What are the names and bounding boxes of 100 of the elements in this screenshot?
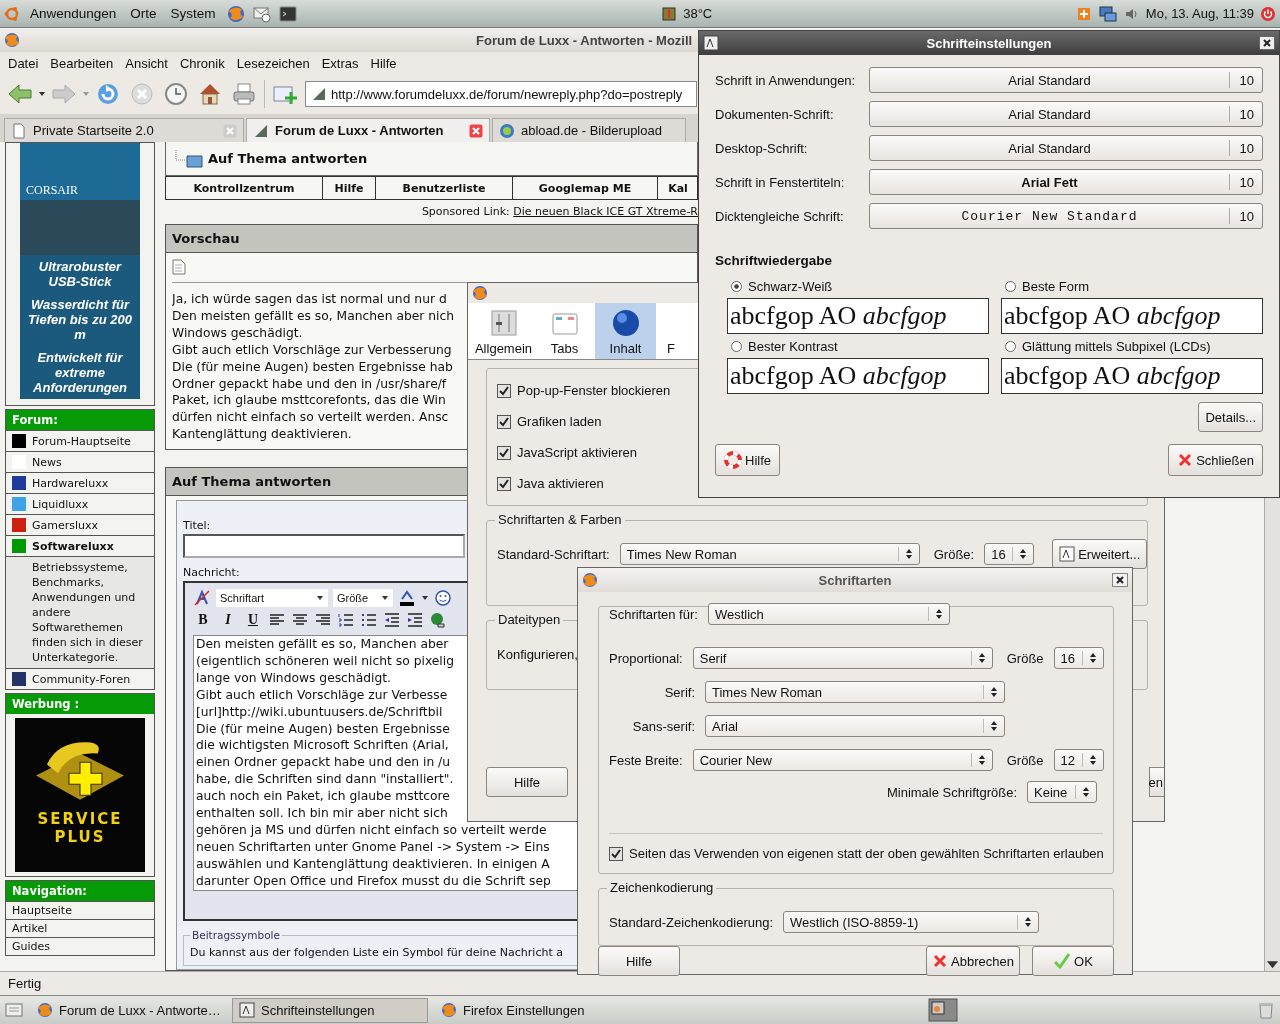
forum-link[interactable]: Forum-Hauptseite xyxy=(6,430,154,451)
radio-button[interactable] xyxy=(731,280,742,292)
advertisement-banner[interactable]: CORSAIR Ultrarobuster USB-Stick Wasserdicht für Tiefen bis zu 200 m Entwickelt für extreme Anforderungen xyxy=(5,142,155,406)
panel-menu[interactable]: Orte xyxy=(126,6,161,21)
close-button[interactable]: Schließen xyxy=(1168,444,1263,476)
font-picker-button[interactable]: Courier New Standard 10 xyxy=(869,203,1263,229)
taskbar-button[interactable]: Firefox Einstellungen xyxy=(434,997,630,1023)
font-dropdown[interactable]: Arial xyxy=(705,715,1005,737)
menu-item[interactable]: Chronik xyxy=(173,55,231,71)
navigation-link[interactable]: Hauptseite xyxy=(6,901,154,919)
outdent-icon[interactable] xyxy=(383,611,401,629)
advanced-button[interactable]: Erweitert... xyxy=(1052,539,1148,569)
taskbar-button[interactable]: Schrifteinstellungen xyxy=(232,997,428,1023)
format-button[interactable]: B xyxy=(193,610,213,630)
clock-icon[interactable] xyxy=(162,80,190,108)
printer-icon[interactable] xyxy=(230,80,258,108)
terminal-icon[interactable] xyxy=(277,3,298,24)
preferences-tab[interactable]: Tabs xyxy=(534,303,595,359)
forum-link[interactable]: Gamersluxx xyxy=(6,514,154,535)
panel-menu[interactable]: Anwendungen xyxy=(26,6,121,21)
size-dropdown[interactable]: 12 xyxy=(1053,749,1104,771)
minimum-size-dropdown[interactable]: Keine xyxy=(1027,781,1097,803)
dropdown-caret-icon[interactable] xyxy=(38,90,46,98)
menu-item[interactable]: Extras xyxy=(315,55,365,71)
browser-tab[interactable]: abload.de - Bilderupload xyxy=(492,118,686,142)
font-picker-button[interactable]: Arial Standard 10 xyxy=(869,101,1263,127)
checkbox[interactable] xyxy=(497,445,511,460)
font-dropdown[interactable]: Times New Roman xyxy=(705,681,1005,703)
menu-item[interactable]: Bearbeiten xyxy=(44,55,120,71)
menu-item[interactable]: Datei xyxy=(2,55,45,71)
details-button[interactable]: Details... xyxy=(1198,402,1263,432)
size-dropdown[interactable]: 16 xyxy=(1053,647,1104,669)
panel-clock[interactable]: Mo, 13. Aug, 11:39 xyxy=(1145,6,1254,21)
url-field[interactable]: http://www.forumdeluxx.de/forum/newreply.php?do=postreply xyxy=(305,81,697,107)
taskbar-button[interactable]: Forum de Luxx - Antworte… xyxy=(30,997,226,1023)
update-notification-icon[interactable] xyxy=(1075,5,1092,22)
font-sample[interactable]: abcfgop AO abcfgop xyxy=(727,298,989,334)
radio-button[interactable] xyxy=(1005,340,1016,352)
font-dropdown[interactable]: Serif xyxy=(692,647,993,669)
cancel-button[interactable]: Abbrechen xyxy=(926,946,1020,976)
workspace-switcher-icon[interactable] xyxy=(928,998,958,1022)
checkbox[interactable] xyxy=(497,383,511,398)
format-button[interactable]: I xyxy=(218,610,238,630)
remove-format-icon[interactable] xyxy=(193,589,211,607)
nav-link[interactable]: Hilfe xyxy=(323,177,376,199)
font-sample[interactable]: abcfgop AO abcfgop xyxy=(1001,298,1263,334)
checkbox[interactable] xyxy=(497,476,511,491)
browser-tab[interactable]: Forum de Luxx - Antworten xyxy=(246,118,490,142)
font-picker-button[interactable]: Arial Standard 10 xyxy=(869,67,1263,93)
help-button[interactable]: Hilfe xyxy=(715,444,780,476)
forum-link[interactable]: Community-Foren xyxy=(6,668,154,689)
globe-launcher-icon[interactable] xyxy=(225,3,246,24)
browser-tab[interactable]: Private Startseite 2.0 xyxy=(4,118,244,142)
size-dropdown[interactable]: Größe xyxy=(333,589,393,607)
text-color-icon[interactable] xyxy=(398,589,416,607)
size-dropdown[interactable]: 16 xyxy=(984,543,1035,565)
checkbox[interactable] xyxy=(609,846,623,861)
navigation-link[interactable]: Guides xyxy=(6,937,154,955)
forum-link[interactable]: Liquidluxx xyxy=(6,493,154,514)
panel-menu[interactable]: System xyxy=(166,6,220,21)
forum-link[interactable]: News xyxy=(6,451,154,472)
close-tab-icon[interactable] xyxy=(469,123,483,138)
ok-button[interactable]: OK xyxy=(1032,946,1114,976)
format-button[interactable]: U xyxy=(243,610,263,630)
title-input-field[interactable] xyxy=(183,534,465,558)
indent-icon[interactable] xyxy=(406,611,424,629)
vertical-scrollbar[interactable] xyxy=(1264,498,1280,971)
preferences-tab[interactable]: Allgemein xyxy=(473,303,534,359)
nav-link[interactable]: Googlemap ME xyxy=(513,177,658,199)
font-sample[interactable]: abcfgop AO abcfgop xyxy=(1001,358,1263,394)
bullet-list-icon[interactable] xyxy=(360,611,378,629)
globe-link-icon[interactable] xyxy=(429,611,447,629)
help-button[interactable]: Hilfe xyxy=(486,767,568,797)
menu-item[interactable]: Lesezeichen xyxy=(230,55,316,71)
radio-button[interactable] xyxy=(731,340,742,352)
radio-button[interactable] xyxy=(1005,280,1016,292)
font-picker-button[interactable]: Arial Standard 10 xyxy=(869,135,1263,161)
help-button[interactable]: Hilfe xyxy=(598,946,680,976)
smiley-icon[interactable] xyxy=(434,589,452,607)
navigation-link[interactable]: Artikel xyxy=(6,919,154,937)
script-dropdown[interactable]: Westlich xyxy=(707,603,950,625)
caret-icon[interactable] xyxy=(421,594,429,602)
close-icon[interactable] xyxy=(1112,573,1128,587)
network-icon[interactable] xyxy=(1097,3,1118,24)
preferences-tab[interactable]: F xyxy=(656,303,686,359)
encoding-dropdown[interactable]: Westlich (ISO-8859-1) xyxy=(783,911,1040,933)
checkbox[interactable] xyxy=(497,414,511,429)
forum-link[interactable]: Hardwareluxx xyxy=(6,472,154,493)
font-dropdown[interactable]: Times New Roman xyxy=(619,543,920,565)
close-button[interactable]: en xyxy=(1149,767,1164,797)
numbered-list-icon[interactable] xyxy=(337,611,355,629)
service-advertisement[interactable]: SERVICE PLUS xyxy=(15,718,145,872)
nav-link[interactable]: Benutzerliste xyxy=(376,177,513,199)
font-dropdown[interactable]: Courier New xyxy=(692,749,993,771)
menu-item[interactable]: Hilfe xyxy=(364,55,403,71)
font-sample[interactable]: abcfgop AO abcfgop xyxy=(727,358,989,394)
menu-item[interactable]: Ansicht xyxy=(119,55,174,71)
preferences-tab[interactable]: Inhalt xyxy=(595,303,656,359)
close-icon[interactable] xyxy=(1259,36,1275,50)
font-picker-button[interactable]: Arial Fett 10 xyxy=(869,169,1263,195)
